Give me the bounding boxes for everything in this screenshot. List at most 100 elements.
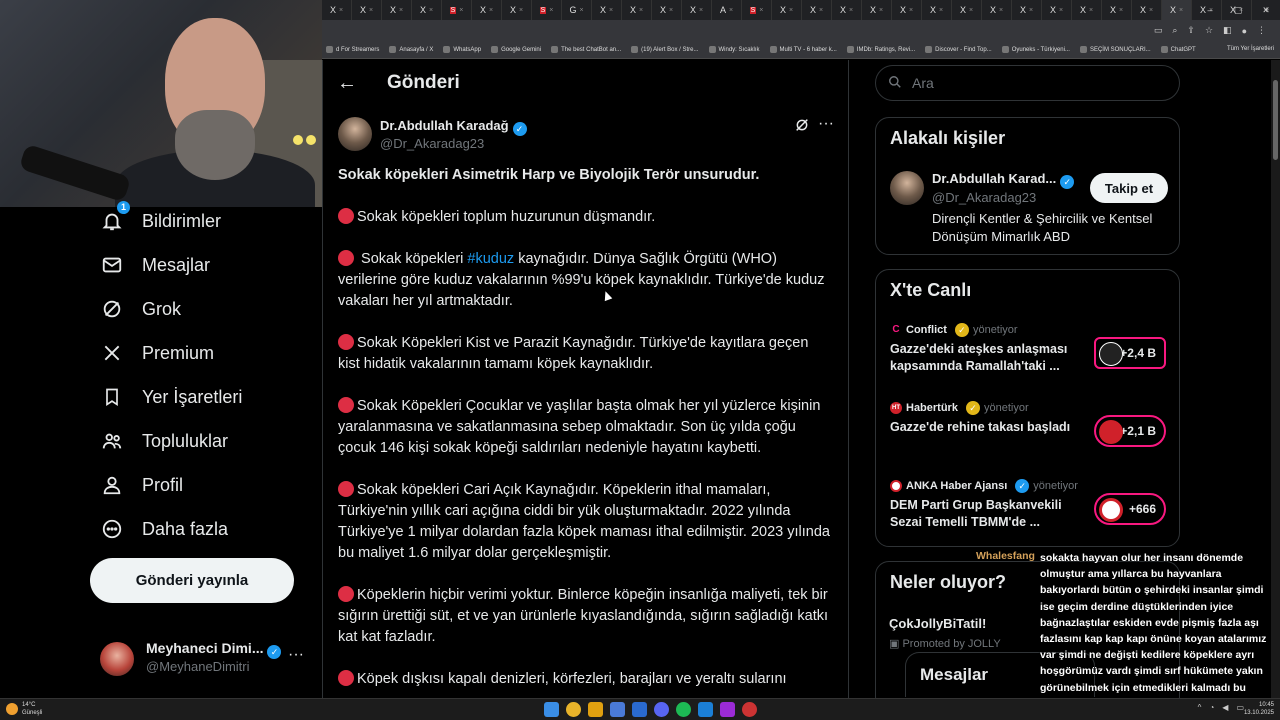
close-button[interactable]: ✕ — [1252, 5, 1280, 16]
author-handle[interactable]: @Dr_Akaradag23 — [380, 136, 484, 151]
more-icon[interactable]: ··· — [288, 646, 304, 664]
star-icon[interactable]: ☆ — [1205, 25, 1213, 36]
follow-button[interactable]: Takip et — [1090, 173, 1168, 203]
steam-icon[interactable] — [698, 702, 713, 717]
nav-notifications[interactable]: 1 Bildirimler — [100, 201, 221, 236]
app-icon[interactable] — [610, 702, 625, 717]
spotify-icon[interactable] — [676, 702, 691, 717]
browser-tab[interactable]: X × — [1102, 0, 1132, 20]
browser-tab[interactable]: X × — [322, 0, 352, 20]
browser-tab[interactable]: S × — [532, 0, 562, 20]
scrollbar[interactable] — [1271, 60, 1280, 700]
start-icon[interactable] — [544, 702, 559, 717]
live-listeners-badge[interactable]: +2,4 B — [1094, 337, 1166, 369]
close-tab-icon[interactable]: × — [459, 7, 463, 14]
browser-tab[interactable]: X × — [1042, 0, 1072, 20]
weather-widget[interactable]: 14°C Güneşli — [6, 701, 42, 717]
close-tab-icon[interactable]: × — [849, 7, 853, 14]
browser-tab[interactable]: X × — [682, 0, 712, 20]
back-arrow-icon[interactable]: ← — [337, 72, 357, 95]
chrome-icon[interactable] — [566, 702, 581, 717]
chevron-up-icon[interactable]: ^ — [1198, 703, 1202, 712]
browser-tab[interactable]: X × — [1132, 0, 1162, 20]
bookmark-item[interactable]: Google Gemini — [491, 46, 541, 53]
app-icon[interactable] — [632, 702, 647, 717]
nav-communities[interactable]: Topluluklar — [100, 426, 228, 456]
nav-grok[interactable]: Grok — [100, 294, 181, 324]
app-icon[interactable] — [720, 702, 735, 717]
post-more-icon[interactable]: ··· — [818, 115, 834, 133]
live-listeners-badge[interactable]: +2,1 B — [1094, 415, 1166, 447]
close-tab-icon[interactable]: × — [999, 7, 1003, 14]
maximize-button[interactable]: ▢ — [1224, 5, 1252, 16]
bookmark-item[interactable]: SEÇİM SONUÇLARI... — [1079, 46, 1151, 53]
browser-tab[interactable]: X × — [982, 0, 1012, 20]
browser-tab[interactable]: X × — [1072, 0, 1102, 20]
related-name[interactable]: Dr.Abdullah Karad... ✓ — [932, 171, 1075, 189]
clock[interactable]: 10:45 13.10.2025 — [1244, 701, 1274, 717]
nav-profile[interactable]: Profil — [100, 470, 183, 500]
close-tab-icon[interactable]: × — [429, 7, 433, 14]
close-tab-icon[interactable]: × — [1059, 7, 1063, 14]
browser-tab[interactable]: X × — [412, 0, 442, 20]
bookmark-item[interactable]: Anasayfa / X — [389, 46, 433, 53]
close-tab-icon[interactable]: × — [339, 7, 343, 14]
browser-tab[interactable]: A × — [712, 0, 742, 20]
share-icon[interactable]: ⇪ — [1187, 25, 1195, 36]
grok-explain-icon[interactable] — [794, 117, 810, 138]
close-tab-icon[interactable]: × — [789, 7, 793, 14]
nav-more[interactable]: Daha fazla — [100, 514, 228, 544]
battery-icon[interactable]: ▭ — [1236, 703, 1244, 712]
account-switcher[interactable]: Meyhaneci Dimi... ✓ @MeyhaneDimitri ··· — [100, 638, 310, 680]
nav-messages[interactable]: Mesajlar — [100, 250, 210, 280]
bookmark-item[interactable]: d For Streamers — [326, 46, 379, 53]
close-tab-icon[interactable]: × — [939, 7, 943, 14]
close-tab-icon[interactable]: × — [579, 7, 583, 14]
close-tab-icon[interactable]: × — [1179, 7, 1183, 14]
live-item[interactable]: C Conflict ✓ yönetiyor Gazze'deki ateşkes a… — [890, 323, 1170, 383]
bookmark-item[interactable]: IMDb: Ratings, Revi... — [846, 46, 915, 53]
close-tab-icon[interactable]: × — [909, 7, 913, 14]
browser-tab[interactable]: X × — [892, 0, 922, 20]
browser-tab[interactable]: X × — [1012, 0, 1042, 20]
browser-tab[interactable]: X × — [1162, 0, 1192, 20]
profile-icon[interactable]: ● — [1242, 26, 1247, 36]
bookmark-item[interactable]: Oyuneks - Türkiyeni... — [1001, 46, 1070, 53]
browser-tab[interactable]: X × — [952, 0, 982, 20]
app-icon[interactable] — [742, 702, 757, 717]
close-tab-icon[interactable]: × — [549, 7, 553, 14]
close-tab-icon[interactable]: × — [729, 7, 733, 14]
close-tab-icon[interactable]: × — [759, 7, 763, 14]
browser-tab[interactable]: X × — [922, 0, 952, 20]
nav-bookmarks[interactable]: Yer İşaretleri — [100, 382, 242, 412]
folder-icon[interactable] — [588, 702, 603, 717]
close-tab-icon[interactable]: × — [669, 7, 673, 14]
live-item[interactable]: ANKA Haber Ajansı ✓ yönetiyor DEM Parti Gr… — [890, 479, 1170, 539]
browser-tab[interactable]: S × — [442, 0, 472, 20]
search-box[interactable] — [875, 65, 1180, 101]
nav-premium[interactable]: Premium — [100, 338, 214, 368]
close-tab-icon[interactable]: × — [639, 7, 643, 14]
avatar[interactable] — [890, 171, 924, 205]
close-tab-icon[interactable]: × — [369, 7, 373, 14]
close-tab-icon[interactable]: × — [819, 7, 823, 14]
close-tab-icon[interactable]: × — [1029, 7, 1033, 14]
browser-tab[interactable]: X × — [382, 0, 412, 20]
close-tab-icon[interactable]: × — [879, 7, 883, 14]
browser-tab[interactable]: X × — [772, 0, 802, 20]
close-tab-icon[interactable]: × — [1089, 7, 1093, 14]
discord-icon[interactable] — [654, 702, 669, 717]
search-input[interactable] — [912, 75, 1162, 91]
browser-tab[interactable]: X × — [352, 0, 382, 20]
close-tab-icon[interactable]: × — [1119, 7, 1123, 14]
close-tab-icon[interactable]: × — [399, 7, 403, 14]
close-tab-icon[interactable]: × — [489, 7, 493, 14]
browser-tab[interactable]: G × — [562, 0, 592, 20]
browser-tab[interactable]: X × — [652, 0, 682, 20]
minimize-button[interactable]: – — [1196, 5, 1224, 15]
cast-icon[interactable]: ▭ — [1154, 25, 1163, 36]
close-tab-icon[interactable]: × — [699, 7, 703, 14]
author-avatar[interactable] — [338, 117, 372, 151]
close-tab-icon[interactable]: × — [1149, 7, 1153, 14]
browser-tab[interactable]: X × — [502, 0, 532, 20]
